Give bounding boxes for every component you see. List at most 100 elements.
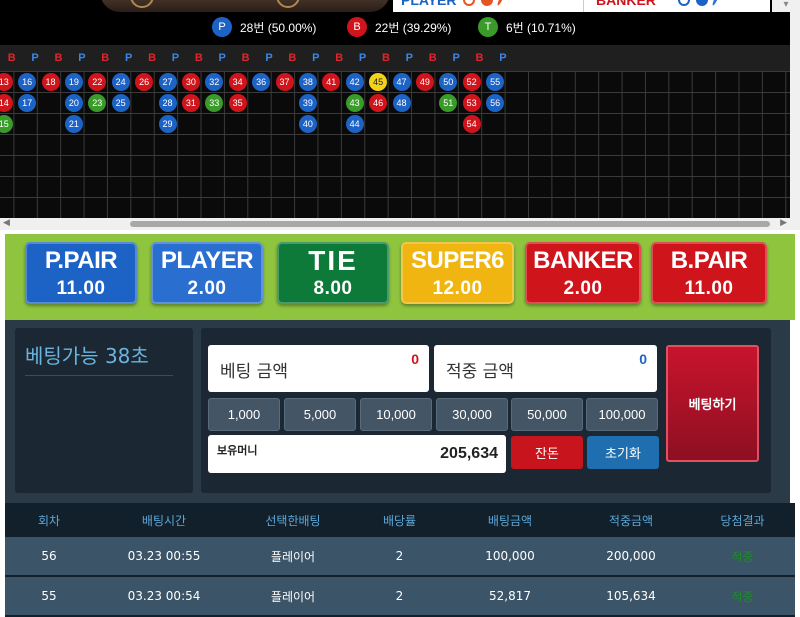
timer-box: 베팅가능 38초 xyxy=(15,328,193,493)
road-sequence-letter: B xyxy=(194,52,203,64)
horizontal-scrollbar[interactable]: ◀ ▶ xyxy=(0,218,790,230)
bet-amount-label: 베팅 금액 xyxy=(220,362,288,382)
bet-ppair-button[interactable]: P.PAIR 11.00 xyxy=(25,242,137,304)
road-bead: 23 xyxy=(88,93,107,112)
bet-options-strip: P.PAIR 11.00 PLAYER 2.00 TIE 8.00 SUPER6… xyxy=(5,234,795,320)
legend-dot-icon xyxy=(678,0,690,6)
bet-player-button[interactable]: PLAYER 2.00 xyxy=(151,242,263,304)
bet-bpair-button[interactable]: B.PAIR 11.00 xyxy=(651,242,767,304)
scroll-thumb[interactable] xyxy=(130,221,770,227)
chip-50000-button[interactable]: 50,000 xyxy=(511,398,583,431)
road-bead: 53 xyxy=(462,93,481,112)
cell-time: 03.23 00:54 xyxy=(127,589,201,603)
balance-label: 보유머니 xyxy=(217,444,258,457)
road-bead: 52 xyxy=(462,72,481,91)
road-bead: 44 xyxy=(345,114,364,133)
bet-tie-button[interactable]: TIE 8.00 xyxy=(277,242,389,304)
cell-win: 105,634 xyxy=(606,589,656,603)
road-sequence-letter: P xyxy=(124,52,133,64)
chip-1000-button[interactable]: 1,000 xyxy=(208,398,280,431)
col-pick: 선택한배팅 xyxy=(265,513,321,528)
legend-player-dots xyxy=(463,0,505,7)
stat-tie-text: 6번 (10.71%) xyxy=(506,20,576,35)
road-sequence: BPBPBPBPBPBPBPBPBPBPBP xyxy=(0,45,770,71)
road-sequence-letter: B xyxy=(54,52,63,64)
stat-banker: B 22번 (39.29%) xyxy=(347,17,451,37)
table-row: 56 03.23 00:55 플레이어 2 100,000 200,000 적중 xyxy=(5,537,795,575)
vertical-scrollbar[interactable] xyxy=(790,0,800,230)
road-sequence-letter: B xyxy=(428,52,437,64)
stat-banker-text: 22번 (39.29%) xyxy=(375,20,452,35)
road-bead: 32 xyxy=(205,72,224,91)
legend-dot-icon xyxy=(696,0,708,6)
road-sequence-letter: B xyxy=(381,52,390,64)
bet-label: PLAYER xyxy=(160,247,254,274)
cell-round: 55 xyxy=(41,589,57,603)
col-odds: 배당률 xyxy=(382,513,417,528)
bet-odds: 11.00 xyxy=(684,278,734,299)
bet-banker-button[interactable]: BANKER 2.00 xyxy=(525,242,641,304)
road-bead: 47 xyxy=(392,72,411,91)
col-bet: 배팅금액 xyxy=(487,513,533,528)
road-bead: 20 xyxy=(64,93,83,112)
cell-time: 03.23 00:55 xyxy=(127,549,201,563)
chip-30000-button[interactable]: 30,000 xyxy=(436,398,508,431)
betting-timer: 베팅가능 38초 xyxy=(25,340,173,376)
scroll-right-icon[interactable]: ▶ xyxy=(780,218,787,228)
cell-odds: 2 xyxy=(395,589,404,603)
chip-5000-button[interactable]: 5,000 xyxy=(284,398,356,431)
legend-dot-icon xyxy=(463,0,475,6)
road-bead: 29 xyxy=(158,114,177,133)
road-bead: 46 xyxy=(369,93,388,112)
road-bead: 19 xyxy=(64,72,83,91)
road-bead: 49 xyxy=(415,72,434,91)
road-bead: 16 xyxy=(18,72,37,91)
road-sequence-letter: B xyxy=(335,52,344,64)
cell-win: 200,000 xyxy=(606,549,656,563)
bet-label: TIE xyxy=(308,245,358,276)
road-bead: 55 xyxy=(486,72,505,91)
top-bar: PLAYER BANKER ▾ P 28번 (50.00%) B 22번 (39… xyxy=(0,0,800,45)
cell-result: 적중 xyxy=(731,549,754,564)
road-sequence-letter: B xyxy=(7,52,16,64)
road-bead: 56 xyxy=(486,93,505,112)
road-bead: 17 xyxy=(18,93,37,112)
scroll-left-icon[interactable]: ◀ xyxy=(3,218,10,228)
game-video-frame xyxy=(100,0,390,12)
road-sequence-letter: P xyxy=(218,52,226,64)
road-bead: 51 xyxy=(439,93,458,112)
table-header: 회차 배팅시간 선택한배팅 배당률 배팅금액 적중금액 당첨결과 xyxy=(5,503,795,537)
chip-10000-button[interactable]: 10,000 xyxy=(360,398,432,431)
change-button[interactable]: 잔돈 xyxy=(511,436,583,469)
bet-amount-value: 0 xyxy=(411,351,419,367)
road-sequence-letter: P xyxy=(499,52,507,64)
win-amount-label: 적중 금액 xyxy=(446,362,514,382)
bet-form: 베팅 금액 0 적중 금액 0 1,000 5,000 10,000 30,00… xyxy=(201,328,771,493)
road-bead: 54 xyxy=(462,114,481,133)
road-sequence-letter: P xyxy=(171,52,180,64)
reset-button[interactable]: 초기화 xyxy=(587,436,659,469)
col-round: 회차 xyxy=(37,513,61,528)
win-amount-field: 적중 금액 0 xyxy=(434,345,657,392)
road-bead: 40 xyxy=(298,114,317,133)
road-sequence-letter: P xyxy=(31,52,39,64)
road-bead: 35 xyxy=(228,93,247,112)
bet-history-table: 회차 배팅시간 선택한배팅 배당률 배팅금액 적중금액 당첨결과 56 03.2… xyxy=(5,503,795,617)
road-sequence-letter: B xyxy=(241,52,250,64)
chip-100000-button[interactable]: 100,000 xyxy=(586,398,658,431)
road-bead: 21 xyxy=(64,114,83,133)
bet-amount-field[interactable]: 베팅 금액 0 xyxy=(208,345,429,392)
road-sequence-letter: P xyxy=(78,52,86,64)
balance-field: 보유머니 205,634 xyxy=(208,435,506,473)
bet-label: BANKER xyxy=(533,247,633,274)
bet-label: SUPER6 xyxy=(410,247,505,274)
road-bead: 26 xyxy=(135,72,154,91)
win-amount-value: 0 xyxy=(639,351,647,367)
place-bet-button[interactable]: 베팅하기 xyxy=(666,345,759,462)
legend-banker-dots xyxy=(678,0,720,7)
road-bead: 33 xyxy=(205,93,224,112)
road-bead: 36 xyxy=(252,72,271,91)
road-bead: 13 xyxy=(0,72,13,91)
bet-super6-button[interactable]: SUPER6 12.00 xyxy=(401,242,514,304)
road-sequence-header: BPBPBPBPBPBPBPBPBPBPBP xyxy=(0,45,800,71)
